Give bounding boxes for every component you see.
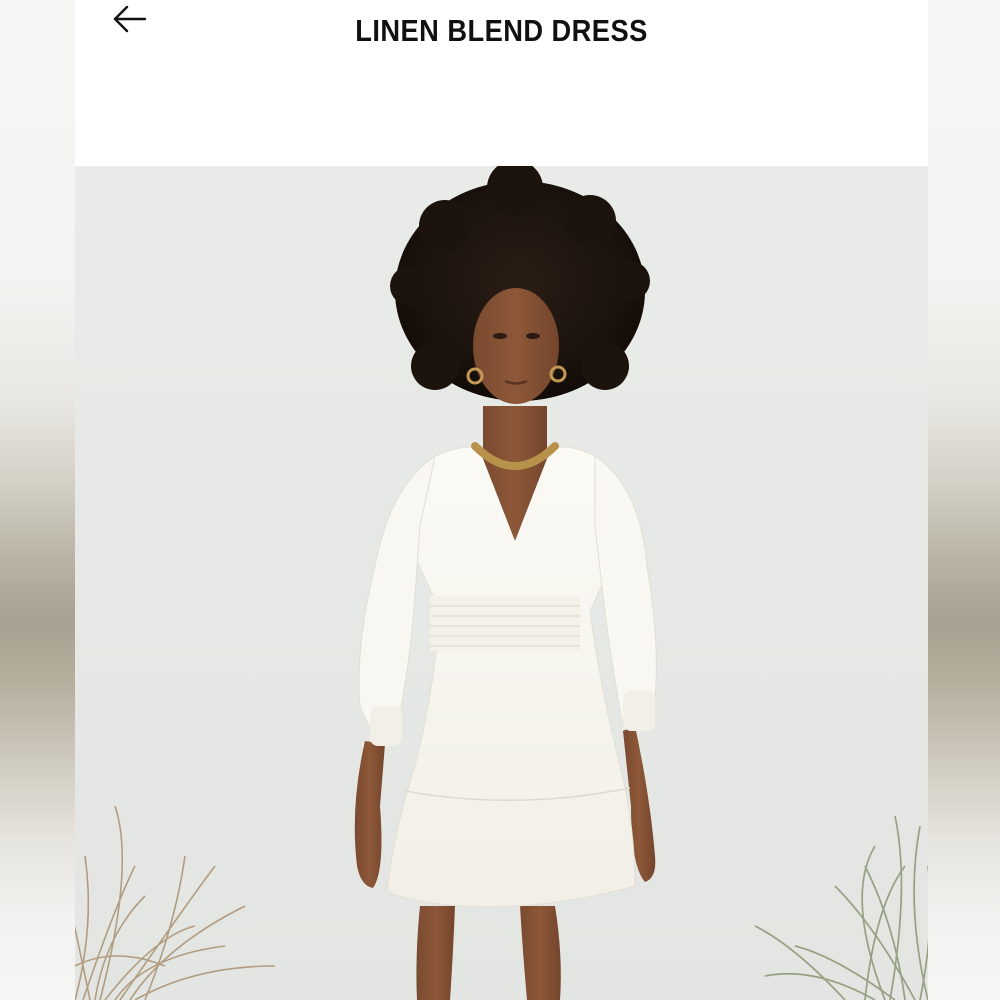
product-screen: LINEN BLEND DRESS [75,0,928,1000]
app-header: LINEN BLEND DRESS [75,0,928,166]
right-backdrop [928,0,1000,1000]
grass-left [75,805,276,1000]
page-title: LINEN BLEND DRESS [355,13,648,48]
model-in-dress-photo [75,166,928,1000]
product-photo[interactable] [75,166,928,1000]
grass-right [754,815,928,1000]
left-backdrop [0,0,75,1000]
